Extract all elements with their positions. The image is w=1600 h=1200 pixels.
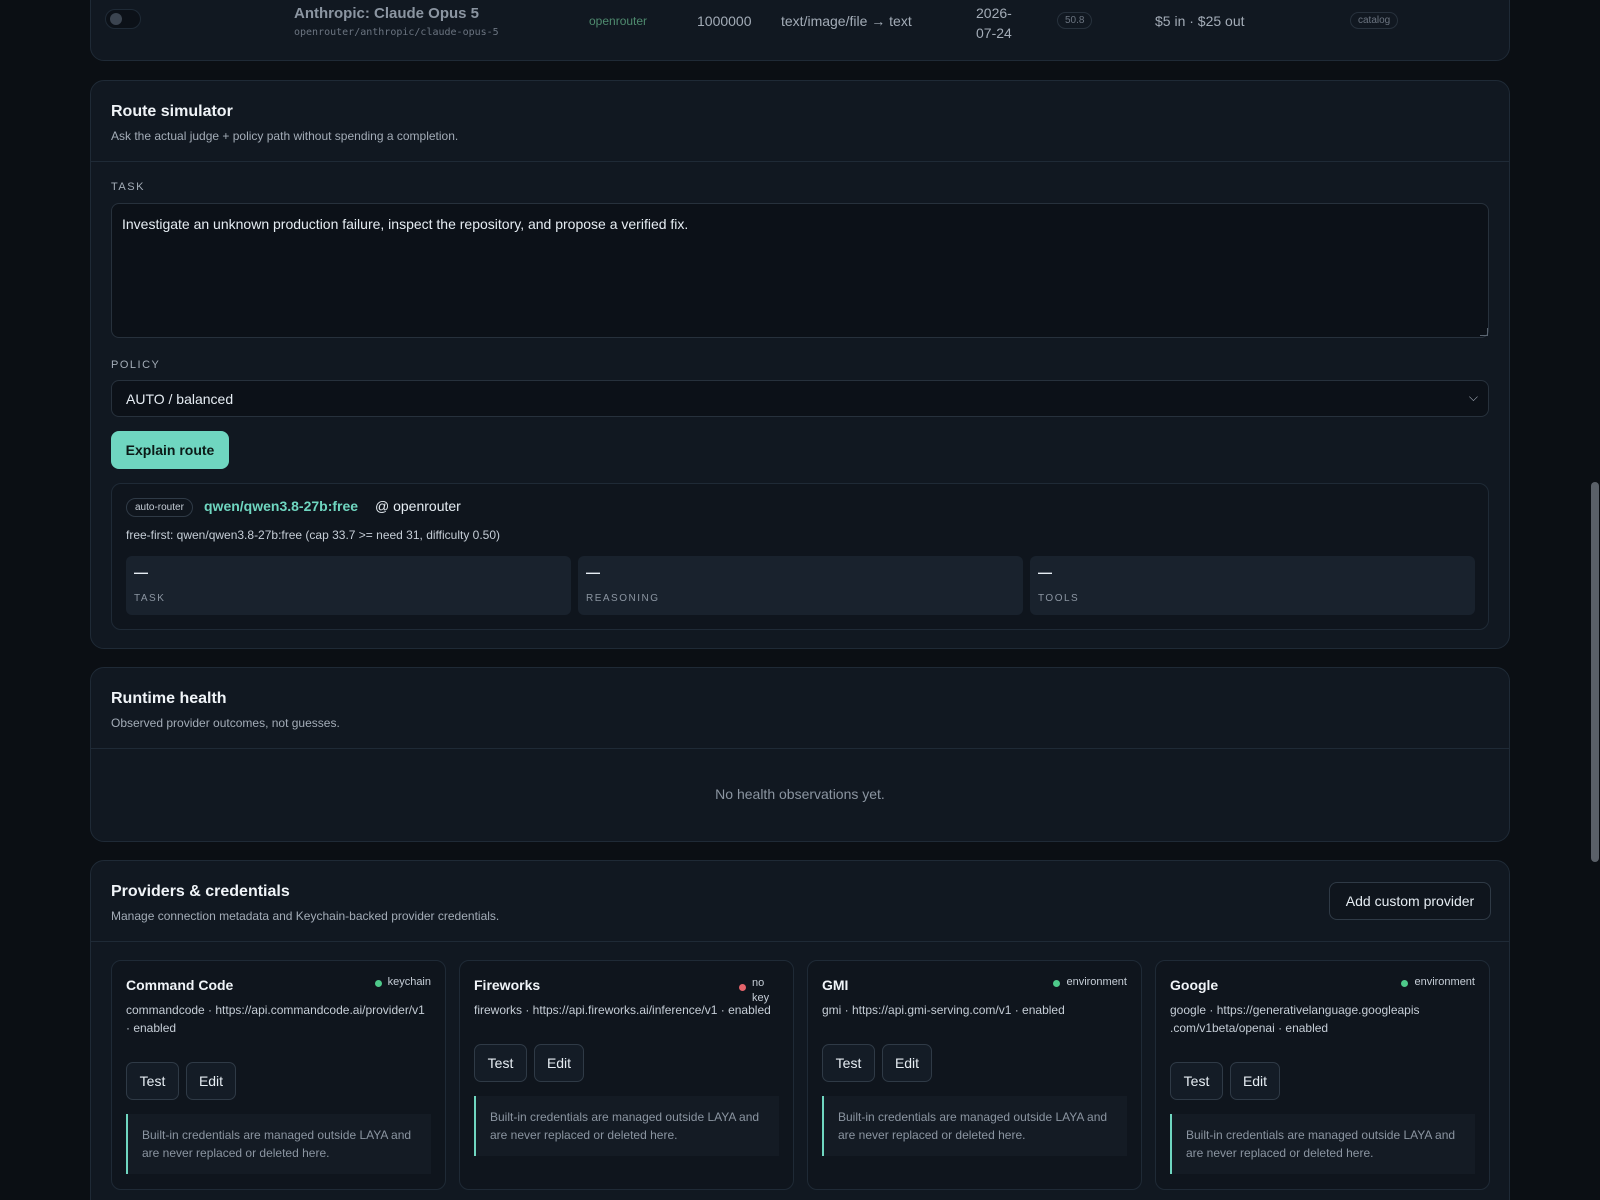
explain-route-button[interactable]: Explain route	[111, 431, 229, 469]
provider-description: fireworks · https://api.fireworks.ai/inf…	[474, 1003, 771, 1017]
status-badge: keychain	[374, 976, 431, 988]
test-button[interactable]: Test	[1170, 1062, 1223, 1100]
runtime-health-panel: Runtime health Observed provider outcome…	[90, 667, 1510, 842]
route-simulator-subtitle: Ask the actual judge + policy path witho…	[111, 129, 459, 143]
model-name: Anthropic: Claude Opus 5	[294, 5, 480, 22]
model-context: 1000000	[697, 13, 752, 29]
metric-value: —	[586, 564, 600, 580]
model-date: 2026-07-24	[976, 5, 1012, 41]
status-dot-icon	[1401, 980, 1409, 987]
metric-label: TASK	[134, 593, 166, 604]
test-button[interactable]: Test	[474, 1044, 527, 1082]
provider-card-google: Google environment google · https://gene…	[1155, 960, 1490, 1190]
model-modalities: text/image/file → text	[781, 13, 912, 29]
model-provider: openrouter	[589, 14, 648, 28]
status-dot-icon	[374, 980, 382, 987]
status-text: environment	[1414, 976, 1475, 988]
task-input[interactable]: Investigate an unknown production failur…	[111, 203, 1489, 338]
edit-button[interactable]: Edit	[882, 1044, 932, 1082]
model-id: openrouter/anthropic/claude-opus-5	[294, 27, 499, 38]
add-custom-provider-button[interactable]: Add custom provider	[1329, 882, 1491, 920]
scrollbar-thumb[interactable]	[1591, 482, 1599, 862]
metric-tools: — TOOLS	[1030, 556, 1475, 615]
divider	[91, 161, 1509, 162]
test-button[interactable]: Test	[126, 1062, 179, 1100]
metric-reasoning: — REASONING	[578, 556, 1023, 615]
providers-subtitle: Manage connection metadata and Keychain-…	[111, 909, 500, 923]
textarea-resize-handle[interactable]	[1480, 328, 1488, 336]
divider	[91, 748, 1509, 749]
status-text: environment	[1066, 976, 1127, 988]
provider-name: Google	[1170, 977, 1219, 993]
metric-label: REASONING	[586, 593, 660, 604]
policy-selected-value: AUTO / balanced	[126, 391, 234, 407]
runtime-health-subtitle: Observed provider outcomes, not guesses.	[111, 716, 340, 730]
credentials-note: Built-in credentials are managed outside…	[822, 1096, 1127, 1156]
model-enabled-toggle[interactable]	[105, 9, 141, 29]
provider-name: GMI	[822, 977, 849, 993]
status-badge: environment	[1053, 976, 1127, 988]
providers-title: Providers & credentials	[111, 883, 290, 900]
metric-task: — TASK	[126, 556, 571, 615]
model-score-badge: 50.8	[1057, 12, 1093, 29]
status-dot-icon	[1053, 980, 1061, 987]
provider-name: Fireworks	[474, 977, 541, 993]
provider-card-fireworks: Fireworks no key fireworks · https://api…	[459, 960, 794, 1190]
provider-description: google · https://generativelanguage.goog…	[1170, 1003, 1420, 1035]
providers-panel: Providers & credentials Manage connectio…	[90, 860, 1510, 1200]
task-label: TASK	[111, 181, 145, 193]
routed-provider: @ openrouter	[375, 498, 461, 514]
empty-state-message: No health observations yet.	[715, 786, 885, 802]
table-row: Anthropic: Claude Opus 5 openrouter/anth…	[91, 1, 1509, 42]
policy-select[interactable]: AUTO / balanced ⌵	[111, 380, 1489, 417]
credentials-note: Built-in credentials are managed outside…	[126, 1114, 431, 1174]
route-simulator-title: Route simulator	[111, 103, 233, 120]
provider-description: gmi · https://api.gmi-serving.com/v1 · e…	[822, 1003, 1065, 1017]
models-table-panel: Anthropic: Claude Opus 5 openrouter/anth…	[90, 0, 1510, 61]
provider-card-gmi: GMI environment gmi · https://api.gmi-se…	[807, 960, 1142, 1190]
route-simulator-panel: Route simulator Ask the actual judge + p…	[90, 80, 1510, 649]
policy-label: POLICY	[111, 359, 161, 371]
route-result: auto-router qwen/qwen3.8-27b:free @ open…	[111, 483, 1489, 630]
provider-description: commandcode · https://api.commandcode.ai…	[126, 1003, 425, 1035]
provider-card-command-code: Command Code keychain commandcode · http…	[111, 960, 446, 1190]
credentials-note: Built-in credentials are managed outside…	[1170, 1114, 1475, 1174]
metric-value: —	[1038, 564, 1052, 580]
model-price: $5 in · $25 out	[1155, 13, 1245, 29]
edit-button[interactable]: Edit	[534, 1044, 584, 1082]
divider	[91, 941, 1509, 942]
status-badge: environment	[1401, 976, 1475, 988]
metric-label: TOOLS	[1038, 593, 1080, 604]
route-reason: free-first: qwen/qwen3.8-27b:free (cap 3…	[126, 528, 501, 542]
routed-model: qwen/qwen3.8-27b:free	[204, 498, 359, 514]
status-text: keychain	[387, 976, 431, 988]
model-source-badge: catalog	[1350, 12, 1399, 29]
provider-name: Command Code	[126, 977, 234, 993]
credentials-note: Built-in credentials are managed outside…	[474, 1096, 779, 1156]
edit-button[interactable]: Edit	[1230, 1062, 1280, 1100]
runtime-health-title: Runtime health	[111, 690, 227, 707]
toggle-knob	[110, 13, 122, 25]
router-badge: auto-router	[126, 498, 193, 517]
test-button[interactable]: Test	[822, 1044, 875, 1082]
chevron-down-icon: ⌵	[1468, 390, 1478, 404]
metric-value: —	[134, 564, 148, 580]
status-dot-icon	[739, 984, 746, 991]
edit-button[interactable]: Edit	[186, 1062, 236, 1100]
